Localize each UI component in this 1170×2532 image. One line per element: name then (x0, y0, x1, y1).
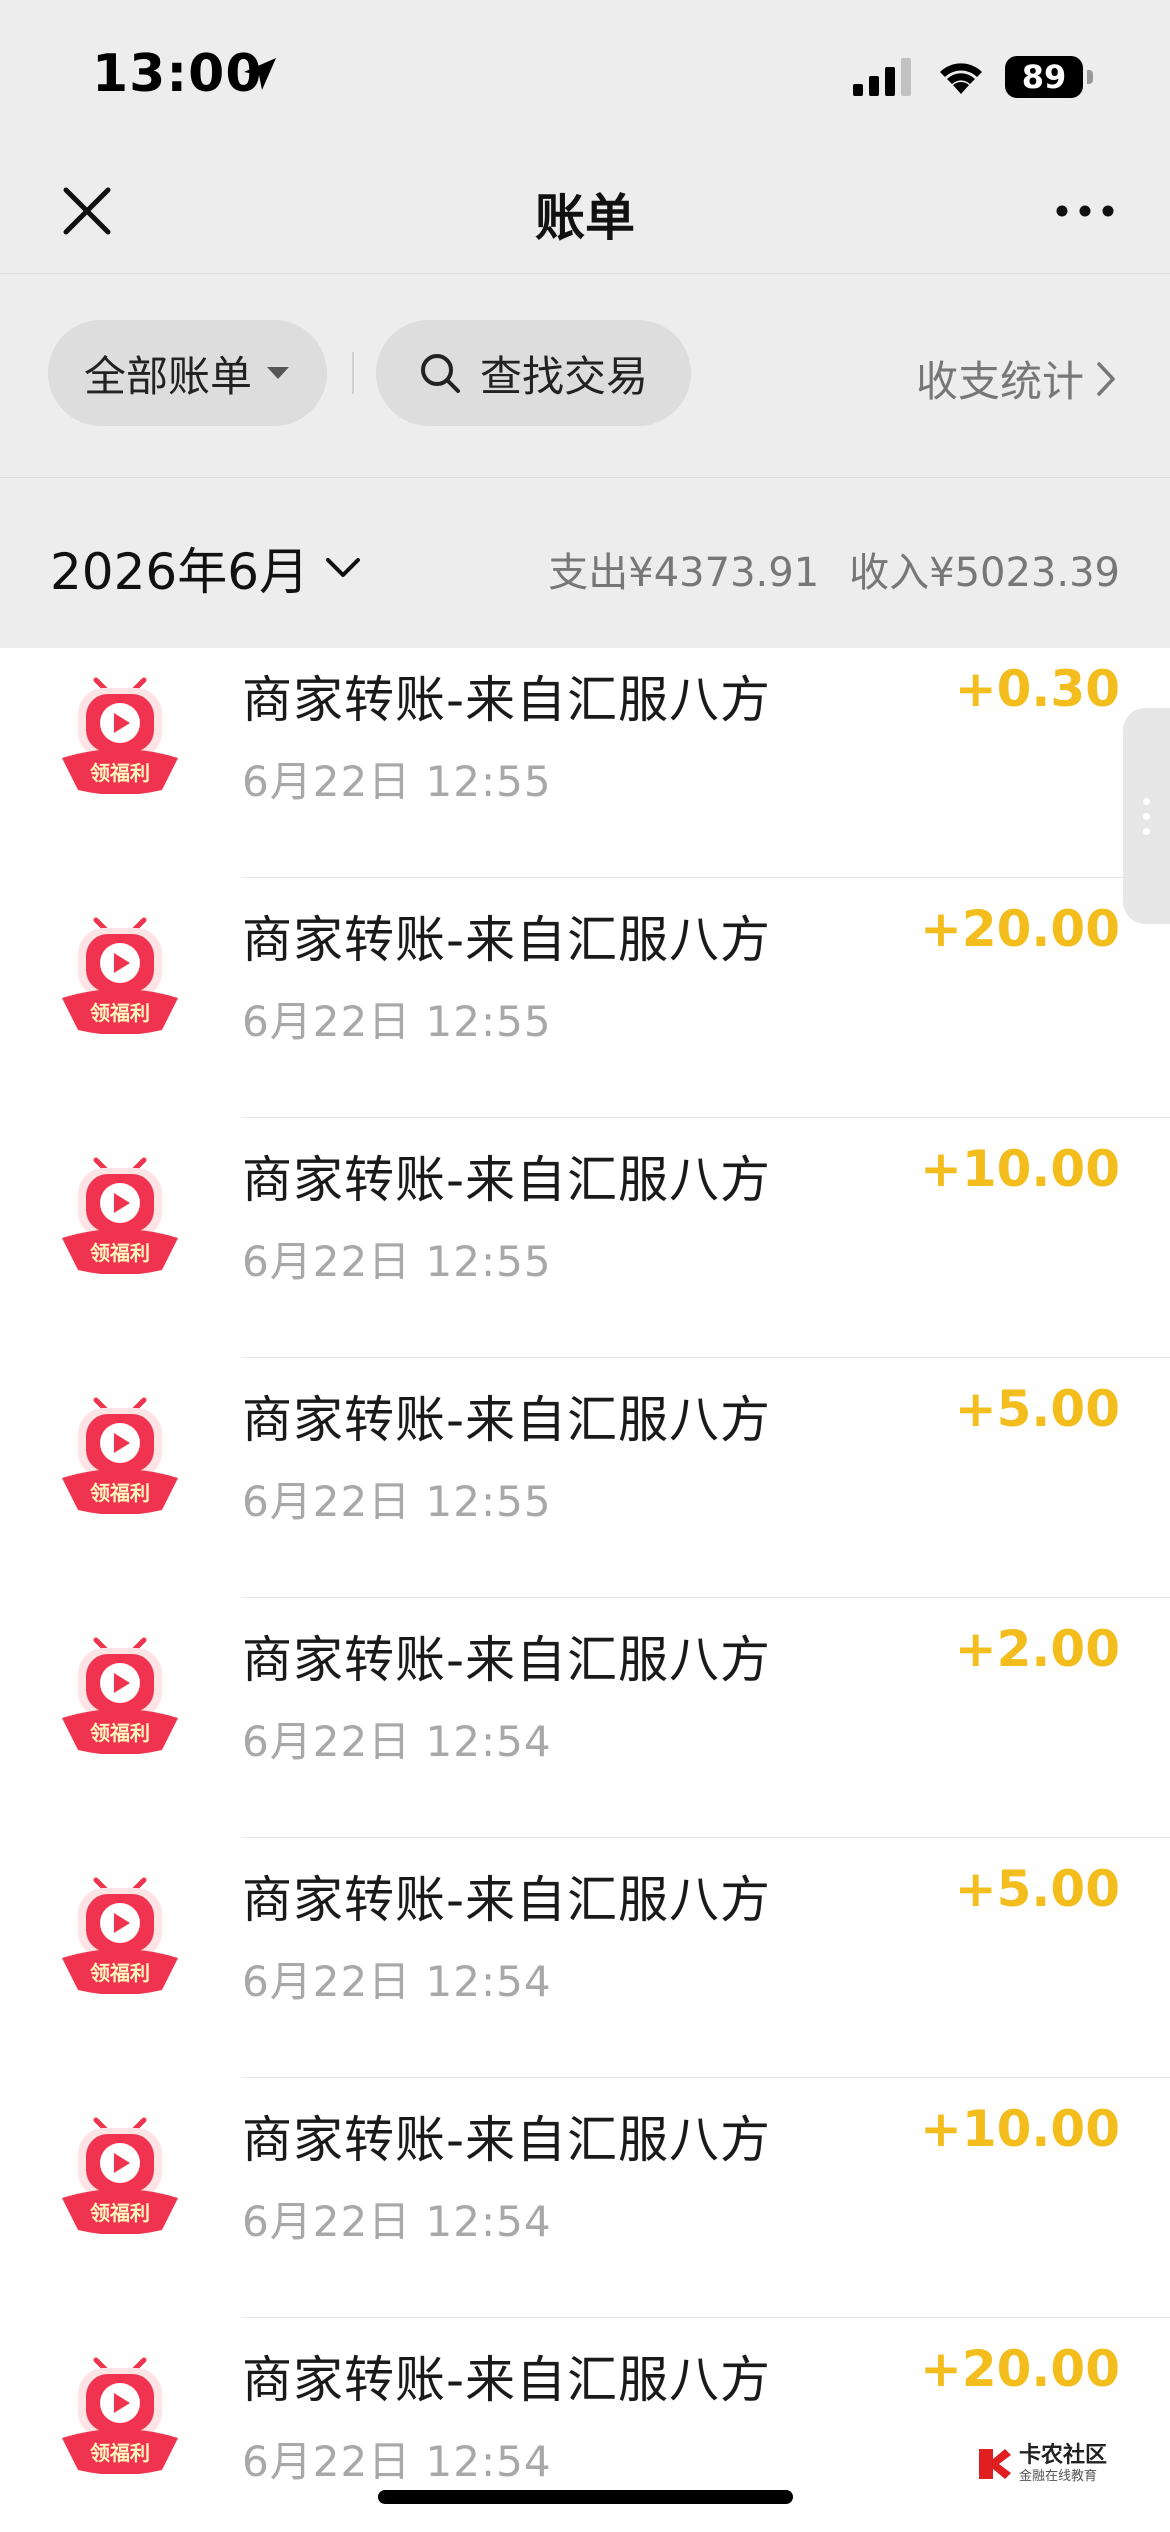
scroll-handle-dot (1143, 812, 1150, 820)
transaction-row[interactable]: 领福利 商家转账-来自汇服八方 6月22日 12:54 +5.00 (0, 1838, 1170, 2078)
income-expense-stats-link[interactable]: 收支统计 (916, 348, 1116, 409)
transaction-amount: +0.30 (954, 660, 1120, 718)
chevron-right-icon (1097, 361, 1115, 396)
wifi-icon (940, 63, 982, 94)
transaction-row[interactable]: 领福利 商家转账-来自汇服八方 6月22日 12:55 +0.30 (0, 648, 1170, 878)
search-icon (421, 354, 460, 393)
merchant-logo-icon: 领福利 (62, 2357, 178, 2474)
transaction-row[interactable]: 领福利 商家转账-来自汇服八方 6月22日 12:54 +10.00 (0, 2078, 1170, 2318)
all-bills-label: 全部账单 (84, 351, 253, 401)
scroll-handle[interactable] (1123, 708, 1170, 924)
navigation-bar: 账单 (0, 150, 1170, 274)
transaction-amount: +20.00 (919, 900, 1120, 958)
merchant-logo-icon: 领福利 (62, 1157, 178, 1274)
status-bar: 13:00 89 (0, 0, 1170, 150)
month-expense: 支出¥4373.91 (548, 550, 820, 596)
all-bills-dropdown[interactable]: 全部账单 (48, 320, 327, 426)
transaction-amount: +20.00 (919, 2340, 1120, 2398)
page-title: 账单 (535, 189, 635, 247)
logo-badge-text: 领福利 (90, 1481, 150, 1505)
merchant-logo-icon: 领福利 (62, 1397, 178, 1514)
month-selector[interactable]: 2026年6月 (50, 532, 361, 604)
transaction-amount: +10.00 (919, 1140, 1120, 1198)
search-transactions-label: 查找交易 (480, 351, 649, 401)
scroll-handle-dot (1143, 827, 1150, 835)
more-options-icon[interactable] (1050, 186, 1120, 236)
watermark-main: 卡农社区 (1019, 2443, 1108, 2468)
battery-level: 89 (1005, 56, 1083, 98)
transaction-merchant: 商家转账-来自汇服八方 (242, 2351, 772, 2409)
search-transactions-button[interactable]: 查找交易 (376, 320, 691, 426)
watermark-text: 卡农社区 金融在线教育 (1019, 2443, 1108, 2484)
chevron-down-icon (326, 558, 361, 577)
month-label: 2026年6月 (50, 543, 310, 601)
transaction-row[interactable]: 领福利 商家转账-来自汇服八方 6月22日 12:55 +10.00 (0, 1118, 1170, 1358)
transaction-list: 领福利 商家转账-来自汇服八方 6月22日 12:55 +0.30 领福利 商家转账-来自… (0, 648, 1170, 2532)
transaction-amount: +2.00 (954, 1620, 1120, 1678)
month-summary-bar: 2026年6月 支出¥4373.91 收入¥5023.39 (0, 478, 1170, 648)
merchant-logo-icon: 领福利 (62, 917, 178, 1034)
transaction-merchant: 商家转账-来自汇服八方 (242, 671, 772, 729)
merchant-logo-icon: 领福利 (62, 2117, 178, 2234)
transaction-time: 6月22日 12:55 (242, 757, 552, 806)
location-arrow-icon (244, 58, 276, 90)
logo-badge-text: 领福利 (90, 761, 150, 785)
month-income: 收入¥5023.39 (849, 550, 1120, 596)
month-totals: 支出¥4373.91 收入¥5023.39 (548, 540, 1120, 598)
transaction-time: 6月22日 12:54 (242, 1957, 552, 2006)
transaction-merchant: 商家转账-来自汇服八方 (242, 1871, 772, 1929)
transaction-merchant: 商家转账-来自汇服八方 (242, 1631, 772, 1689)
transaction-merchant: 商家转账-来自汇服八方 (242, 911, 772, 969)
logo-badge-text: 领福利 (90, 1721, 150, 1745)
logo-badge-text: 领福利 (90, 1241, 150, 1265)
watermark-sub: 金融在线教育 (1019, 2469, 1098, 2484)
stats-label: 收支统计 (915, 357, 1084, 406)
cellular-signal-icon (853, 58, 911, 96)
transaction-row[interactable]: 领福利 商家转账-来自汇服八方 6月22日 12:54 +2.00 (0, 1598, 1170, 1838)
merchant-logo-icon: 领福利 (62, 677, 178, 794)
merchant-logo-icon: 领福利 (62, 1637, 178, 1754)
filter-bar: 全部账单 查找交易 收支统计 (0, 274, 1170, 478)
transaction-time: 6月22日 12:55 (242, 1477, 552, 1526)
transaction-time: 6月22日 12:55 (242, 997, 552, 1046)
scroll-handle-dot (1143, 797, 1150, 805)
transaction-amount: +5.00 (954, 1380, 1120, 1438)
home-indicator[interactable] (378, 2490, 793, 2504)
transaction-merchant: 商家转账-来自汇服八方 (242, 1391, 772, 1449)
transaction-amount: +5.00 (954, 1860, 1120, 1918)
transaction-amount: +10.00 (919, 2100, 1120, 2158)
merchant-logo-icon: 领福利 (62, 1877, 178, 1994)
status-time: 13:00 (92, 44, 263, 104)
filter-divider (352, 352, 354, 394)
logo-badge-text: 领福利 (90, 1001, 150, 1025)
watermark-logo-icon (979, 2449, 1011, 2479)
transaction-time: 6月22日 12:54 (242, 1717, 552, 1766)
watermark: 卡农社区 金融在线教育 (975, 2440, 1125, 2488)
transaction-time: 6月22日 12:54 (242, 2437, 552, 2486)
logo-badge-text: 领福利 (90, 1961, 150, 1985)
caret-down-icon (267, 367, 290, 379)
transaction-row[interactable]: 领福利 商家转账-来自汇服八方 6月22日 12:55 +5.00 (0, 1358, 1170, 1598)
transaction-merchant: 商家转账-来自汇服八方 (242, 2111, 772, 2169)
logo-badge-text: 领福利 (90, 2201, 150, 2225)
transaction-time: 6月22日 12:54 (242, 2197, 552, 2246)
logo-badge-text: 领福利 (90, 2441, 150, 2465)
transaction-merchant: 商家转账-来自汇服八方 (242, 1151, 772, 1209)
battery-cap (1087, 70, 1093, 84)
battery-indicator: 89 (1005, 56, 1095, 98)
transaction-row[interactable]: 领福利 商家转账-来自汇服八方 6月22日 12:55 +20.00 (0, 878, 1170, 1118)
transaction-time: 6月22日 12:55 (242, 1237, 552, 1286)
